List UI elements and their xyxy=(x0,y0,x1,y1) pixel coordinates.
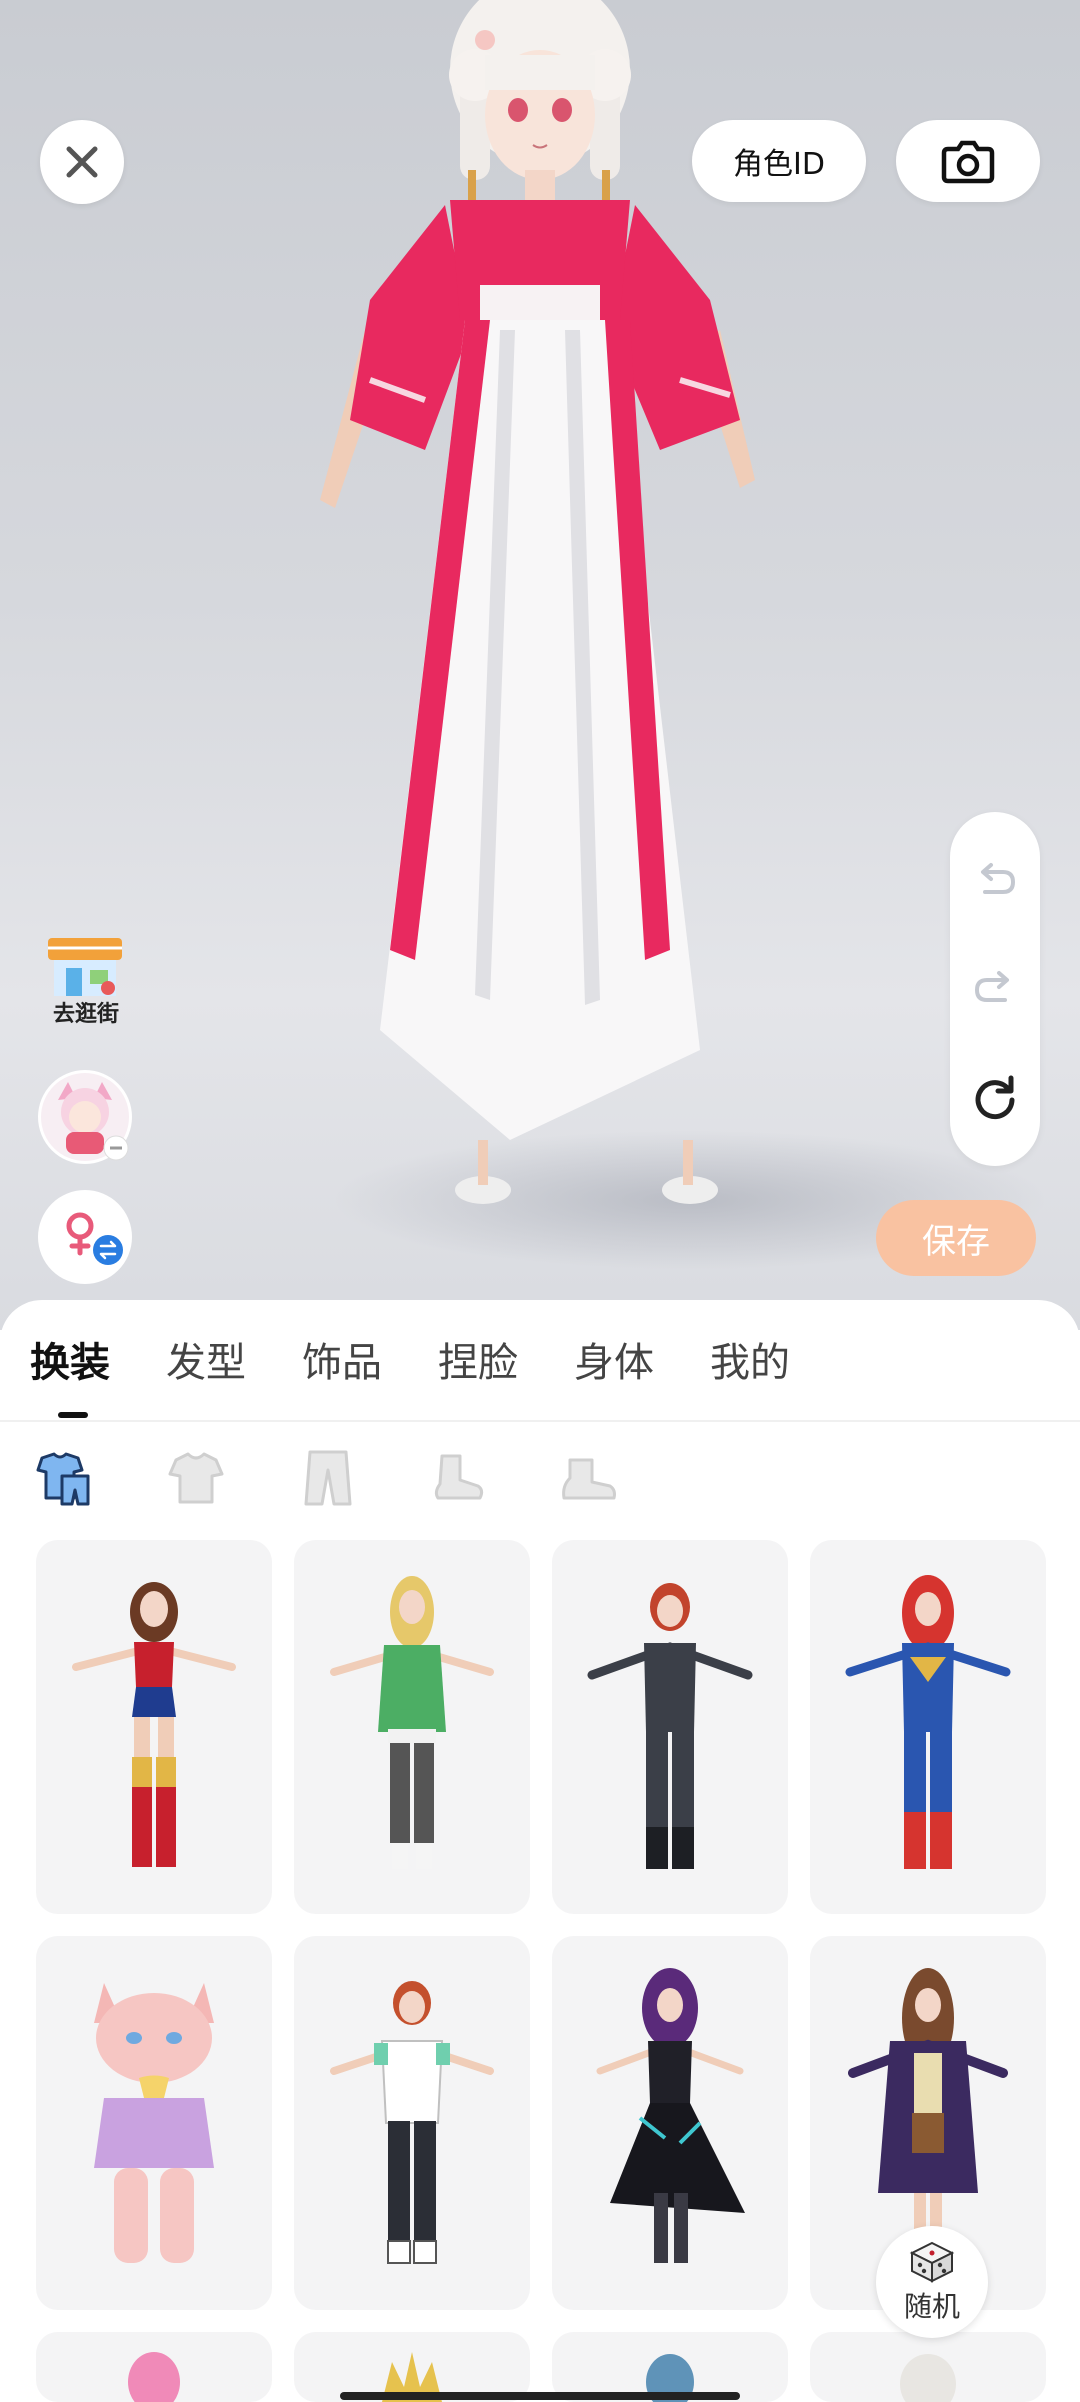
gothic-black-dress-thumbnail xyxy=(596,1968,745,2263)
tab-hairstyle[interactable]: 发型 xyxy=(166,1330,246,1388)
random-label: 随机 xyxy=(903,2290,960,2323)
red-gold-hero-outfit-thumbnail xyxy=(72,1582,236,1867)
undo-button[interactable] xyxy=(965,852,1025,912)
subcat-socks[interactable] xyxy=(420,1440,496,1516)
white-hair-outfit-thumbnail xyxy=(900,2354,956,2402)
camera-icon xyxy=(941,140,995,184)
outfit-card[interactable] xyxy=(36,1540,272,1914)
gender-switch-button[interactable] xyxy=(38,1190,132,1284)
outfit-card[interactable] xyxy=(552,1540,788,1914)
shoes-icon xyxy=(562,1458,616,1500)
outfit-card[interactable] xyxy=(810,1540,1046,1914)
outfit-card[interactable] xyxy=(810,2332,1046,2402)
tab-mine[interactable]: 我的 xyxy=(710,1330,790,1388)
tab-outfit[interactable]: 换装 xyxy=(30,1330,110,1388)
white-tee-joggers-outfit-thumbnail xyxy=(330,1981,494,2264)
reset-icon xyxy=(975,1075,1015,1120)
shop-icon xyxy=(48,938,122,996)
subcat-tops[interactable] xyxy=(158,1440,234,1516)
redo-button[interactable] xyxy=(965,960,1025,1020)
full-outfit-icon xyxy=(36,1452,90,1506)
close-button[interactable] xyxy=(40,120,124,204)
avatar-profile-button[interactable] xyxy=(38,1070,132,1164)
role-id-label: 角色ID xyxy=(733,147,825,182)
green-ninja-outfit-thumbnail xyxy=(330,1576,494,1869)
random-button[interactable]: 随机 xyxy=(876,2226,988,2338)
active-tab-indicator xyxy=(58,1412,88,1418)
subcat-full-outfit[interactable] xyxy=(26,1440,102,1516)
avatar-thumbnail xyxy=(41,1073,129,1161)
blue-red-hero-outfit-thumbnail xyxy=(845,1575,1011,1869)
camera-button[interactable] xyxy=(896,120,1040,202)
reset-button[interactable] xyxy=(965,1068,1025,1128)
avatar-stage[interactable]: 角色ID 去逛街 保存 xyxy=(0,0,1080,1330)
outfit-card[interactable] xyxy=(552,1936,788,2310)
pink-cat-costume-thumbnail xyxy=(94,1983,214,2263)
tab-accessories[interactable]: 饰品 xyxy=(302,1330,382,1388)
home-indicator xyxy=(340,2392,740,2400)
tab-face-sculpt[interactable]: 捏脸 xyxy=(438,1330,518,1388)
outfit-card[interactable] xyxy=(294,1540,530,1914)
save-button[interactable]: 保存 xyxy=(876,1200,1036,1276)
tabs-divider xyxy=(0,1420,1080,1422)
socks-icon xyxy=(434,1454,484,1500)
outfit-card[interactable] xyxy=(36,2332,272,2402)
pink-hair-outfit-thumbnail xyxy=(128,2352,180,2402)
history-controls xyxy=(950,812,1040,1166)
dice-icon xyxy=(909,2241,955,2283)
pants-icon xyxy=(304,1450,352,1506)
top-shirt-icon xyxy=(168,1452,224,1504)
close-icon xyxy=(66,146,98,178)
role-id-button[interactable]: 角色ID xyxy=(692,120,866,202)
undo-icon xyxy=(981,863,1016,894)
subcat-bottoms[interactable] xyxy=(290,1440,366,1516)
go-shopping-label: 去逛街 xyxy=(52,1002,119,1027)
gender-switch-icon xyxy=(66,1212,123,1265)
outfit-card[interactable] xyxy=(36,1936,272,2310)
outfit-card[interactable] xyxy=(294,1936,530,2310)
redo-icon xyxy=(974,971,1009,1002)
category-tabs: 换装 发型 饰品 捏脸 身体 我的 xyxy=(0,1330,1080,1410)
tab-body[interactable]: 身体 xyxy=(574,1330,654,1388)
subcat-shoes[interactable] xyxy=(550,1440,626,1516)
black-tactical-outfit-thumbnail xyxy=(587,1583,753,1869)
